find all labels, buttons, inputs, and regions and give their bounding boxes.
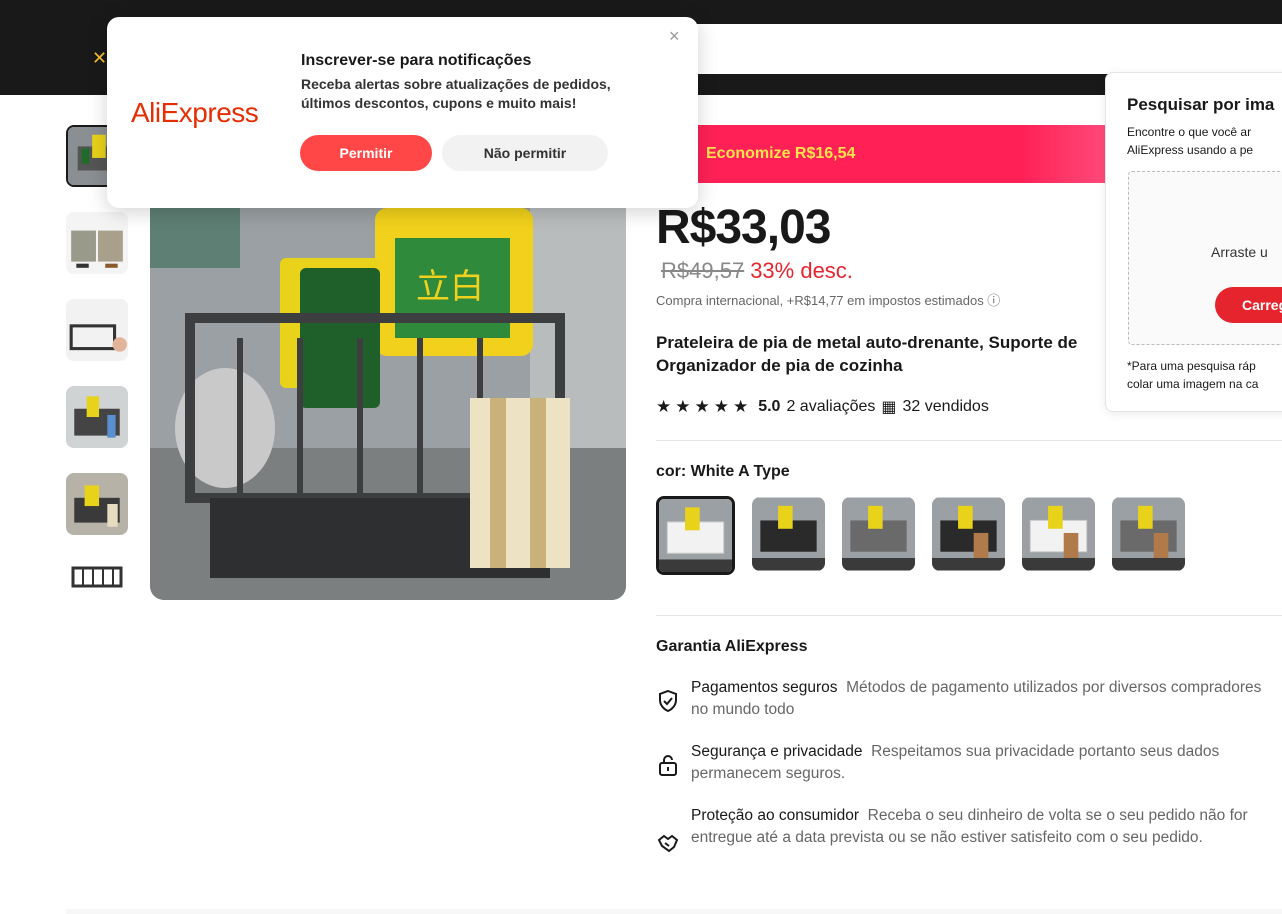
image-search-panel: Pesquisar por ima Encontre o que você ar… xyxy=(1105,72,1282,412)
handshake-icon xyxy=(657,834,679,853)
allow-button[interactable]: Permitir xyxy=(300,135,432,171)
promo-banner: Economize R$16,54 xyxy=(686,125,1106,183)
main-product-image[interactable]: 立白 xyxy=(150,198,626,600)
drag-text: Arraste u xyxy=(1211,244,1268,260)
thumbnail-3[interactable] xyxy=(66,299,128,361)
review-count-link[interactable]: 2 avaliações xyxy=(786,398,875,416)
footnote-line: *Para uma pesquisa ráp xyxy=(1127,359,1256,373)
sold-count: 32 vendidos xyxy=(902,398,989,415)
close-icon[interactable]: × xyxy=(669,26,680,47)
swatch-white-a[interactable] xyxy=(656,496,735,575)
sold-icon: ▦ xyxy=(881,399,897,416)
upload-button[interactable]: Carreg xyxy=(1215,287,1282,323)
discount-badge: 33% desc. xyxy=(750,258,853,283)
divider xyxy=(656,615,1282,616)
popup-body: Receba alertas sobre atualizações de ped… xyxy=(301,76,611,111)
swatch-gray-a[interactable] xyxy=(842,497,915,571)
aliexpress-brand-logo: AliExpress xyxy=(131,97,259,128)
color-swatches xyxy=(656,496,1185,575)
product-title: Prateleira de pia de metal auto-drenante… xyxy=(656,333,1078,375)
image-search-desc-line: Encontre o que você ar xyxy=(1127,125,1252,139)
promo-text: Economize R$16,54 xyxy=(706,145,856,162)
swatch-white-b[interactable] xyxy=(1022,497,1095,571)
guarantee-head: Pagamentos seguros xyxy=(691,679,838,696)
aliexpress-logo-icon[interactable]: ✕ xyxy=(92,48,108,68)
guarantee-head: Proteção ao consumidor xyxy=(691,807,860,824)
tax-note: Compra internacional, +R$14,77 em impost… xyxy=(656,293,1001,308)
lock-icon xyxy=(659,755,677,776)
swatch-black-a[interactable] xyxy=(752,497,825,571)
popup-title: Inscrever-se para notificações xyxy=(301,52,532,69)
svg-text:立白: 立白 xyxy=(416,267,484,307)
notification-popup: AliExpress Inscrever-se para notificaçõe… xyxy=(107,17,698,208)
shield-check-icon xyxy=(659,689,677,713)
footnote-line: colar uma imagem na ca xyxy=(1127,377,1259,391)
guarantee-item-security: Segurança e privacidade Respeitamos sua … xyxy=(656,741,1282,785)
rating-row: ★★★★★ 5.0 2 avaliações ▦ 32 vendidos xyxy=(656,397,989,417)
star-rating-icon: ★★★★★ xyxy=(656,397,753,416)
image-search-title: Pesquisar por ima xyxy=(1127,95,1275,114)
old-price-row: R$49,57 33% desc. xyxy=(661,258,853,284)
image-search-desc: Encontre o que você ar AliExpress usando… xyxy=(1127,123,1253,159)
deny-button[interactable]: Não permitir xyxy=(442,135,608,171)
header-search-area[interactable] xyxy=(697,24,1282,74)
thumbnail-6[interactable] xyxy=(66,560,128,588)
image-search-desc-line: AliExpress usando a pe xyxy=(1127,143,1254,157)
image-drop-zone[interactable]: Arraste u Carreg xyxy=(1128,171,1282,345)
guarantee-title: Garantia AliExpress xyxy=(656,638,808,655)
bottom-divider xyxy=(66,909,1282,914)
guarantee-item-protection: Proteção ao consumidor Receba o seu dinh… xyxy=(656,805,1282,853)
current-price: R$33,03 xyxy=(656,201,831,254)
color-label: cor: White A Type xyxy=(656,463,790,480)
image-search-footnote: *Para uma pesquisa ráp colar uma imagem … xyxy=(1127,357,1258,393)
guarantee-head: Segurança e privacidade xyxy=(691,743,863,760)
thumbnail-2[interactable] xyxy=(66,212,128,274)
guarantee-item-payments: Pagamentos seguros Métodos de pagamento … xyxy=(656,677,1282,721)
thumbnail-4[interactable] xyxy=(66,386,128,448)
swatch-black-a-2[interactable] xyxy=(932,497,1005,571)
original-price: R$49,57 xyxy=(661,258,745,283)
divider xyxy=(656,440,1282,441)
thumbnail-5[interactable] xyxy=(66,473,128,535)
swatch-gray-b[interactable] xyxy=(1112,497,1185,571)
rating-value: 5.0 xyxy=(758,398,781,415)
